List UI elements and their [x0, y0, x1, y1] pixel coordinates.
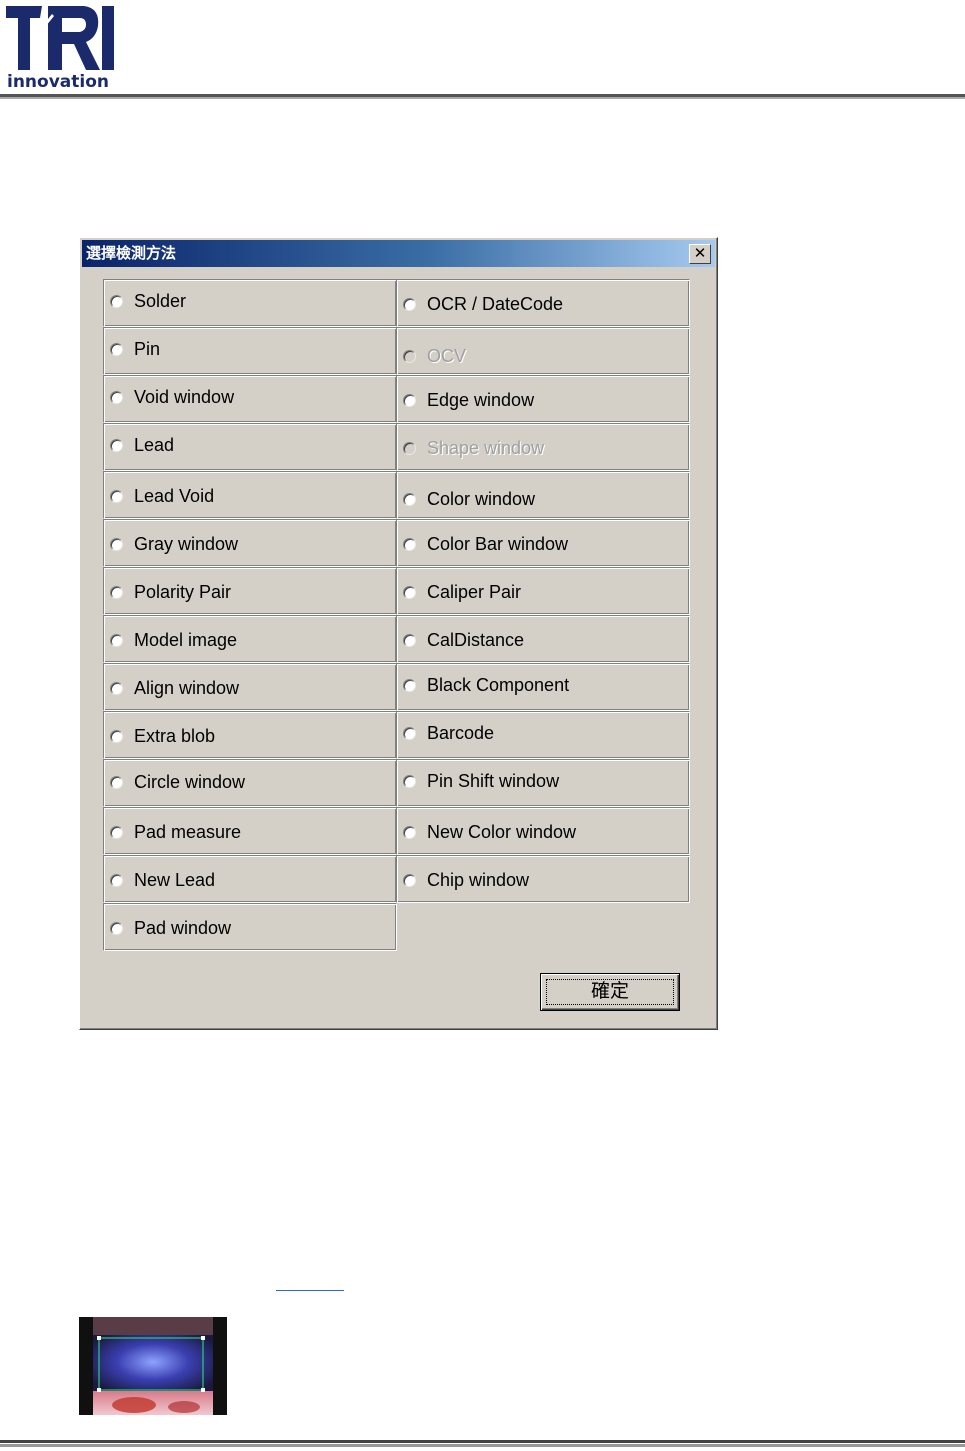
option-label: Black Component	[427, 675, 570, 695]
option-label: Color Bar window	[427, 534, 569, 554]
option-label: Void window	[134, 387, 235, 407]
option-caliper-pair[interactable]: Caliper Pair	[396, 567, 690, 615]
tri-logo-mark	[6, 6, 114, 70]
option-edge-window[interactable]: Edge window	[396, 375, 690, 423]
ok-button-label: 確定	[590, 980, 629, 1002]
option-label: Extra blob	[134, 726, 216, 746]
radio-button-icon[interactable]	[403, 679, 416, 692]
option-pad-window[interactable]: Pad window	[103, 903, 397, 951]
option-color-window[interactable]: Color window	[396, 471, 690, 519]
radio-button-icon[interactable]	[110, 682, 123, 695]
option-label: OCR / DateCode	[427, 294, 564, 314]
option-lead[interactable]: Lead	[103, 423, 397, 471]
option-label: Pin	[134, 339, 161, 359]
radio-button-icon[interactable]	[403, 874, 416, 887]
option-black-component[interactable]: Black Component	[396, 663, 690, 711]
hyperlink-underline[interactable]	[276, 1290, 344, 1291]
radio-button-icon[interactable]	[110, 538, 123, 551]
option-label: Circle window	[134, 772, 246, 792]
option-label: Align window	[134, 678, 240, 698]
option-label: Barcode	[427, 723, 495, 743]
radio-button-icon[interactable]	[110, 391, 123, 404]
thumbnail-image	[79, 1317, 227, 1415]
radio-button-icon	[403, 442, 416, 455]
radio-button-icon[interactable]	[110, 439, 123, 452]
radio-button-icon[interactable]	[403, 634, 416, 647]
radio-button-icon[interactable]	[403, 493, 416, 506]
radio-button-icon[interactable]	[403, 727, 416, 740]
option-label: Shape window	[427, 438, 545, 458]
radio-button-icon[interactable]	[110, 922, 123, 935]
ok-button[interactable]: 確定	[540, 973, 680, 1011]
option-new-lead[interactable]: New Lead	[103, 855, 397, 903]
close-button[interactable]: ✕	[689, 244, 711, 264]
radio-button-icon[interactable]	[110, 343, 123, 356]
radio-button-icon[interactable]	[110, 730, 123, 743]
option-label: Solder	[134, 291, 187, 311]
select-inspection-method-dialog: 選擇檢測方法 ✕ Solder Pin Void window Lead Lead Vo…	[79, 237, 718, 1030]
radio-button-icon[interactable]	[403, 826, 416, 839]
option-label: Polarity Pair	[134, 582, 232, 602]
option-chip-window[interactable]: Chip window	[396, 855, 690, 903]
dialog-title: 選擇檢測方法	[86, 244, 177, 262]
dialog-titlebar[interactable]: 選擇檢測方法 ✕	[82, 240, 715, 267]
option-extra-blob[interactable]: Extra blob	[103, 711, 397, 759]
option-label: New Lead	[134, 870, 216, 890]
radio-button-icon[interactable]	[110, 586, 123, 599]
option-model-image[interactable]: Model image	[103, 615, 397, 663]
radio-button-icon[interactable]	[110, 826, 123, 839]
option-label: New Color window	[427, 822, 577, 842]
option-void-window[interactable]: Void window	[103, 375, 397, 423]
option-label: Color window	[427, 489, 536, 509]
tri-logo: innovation	[4, 4, 116, 92]
option-label: Gray window	[134, 534, 239, 554]
option-ocr-datecode[interactable]: OCR / DateCode	[396, 279, 690, 327]
option-label: Lead Void	[134, 486, 215, 506]
option-label: Caliper Pair	[427, 582, 522, 602]
radio-button-icon[interactable]	[110, 295, 123, 308]
radio-button-icon[interactable]	[110, 490, 123, 503]
option-solder[interactable]: Solder	[103, 279, 397, 327]
option-label: Pad measure	[134, 822, 242, 842]
radio-button-icon[interactable]	[110, 776, 123, 789]
logo-wordmark: innovation	[7, 72, 109, 92]
inspection-window-thumbnail	[79, 1317, 227, 1415]
option-new-color-window[interactable]: New Color window	[396, 807, 690, 855]
radio-button-icon[interactable]	[403, 538, 416, 551]
option-polarity-pair[interactable]: Polarity Pair	[103, 567, 397, 615]
option-circle-window[interactable]: Circle window	[103, 759, 397, 807]
option-label: Chip window	[427, 870, 530, 890]
option-label: CalDistance	[427, 630, 525, 650]
header-rule-shadow	[0, 97, 965, 99]
option-label: Pad window	[134, 918, 232, 938]
option-label: OCV	[427, 346, 467, 366]
option-caldistance[interactable]: CalDistance	[396, 615, 690, 663]
option-label: Edge window	[427, 390, 535, 410]
radio-button-icon[interactable]	[110, 874, 123, 887]
option-pin-shift-window[interactable]: Pin Shift window	[396, 759, 690, 807]
radio-button-icon[interactable]	[403, 775, 416, 788]
radio-button-icon[interactable]	[110, 634, 123, 647]
option-lead-void[interactable]: Lead Void	[103, 471, 397, 519]
option-align-window[interactable]: Align window	[103, 663, 397, 711]
option-color-bar-window[interactable]: Color Bar window	[396, 519, 690, 567]
option-barcode[interactable]: Barcode	[396, 711, 690, 759]
close-icon: ✕	[693, 244, 707, 262]
option-ocv: OCV	[396, 327, 690, 375]
radio-button-icon[interactable]	[403, 586, 416, 599]
radio-button-icon	[403, 350, 416, 363]
option-label: Pin Shift window	[427, 771, 560, 791]
option-label: Lead	[134, 435, 175, 455]
option-pad-measure[interactable]: Pad measure	[103, 807, 397, 855]
radio-button-icon[interactable]	[403, 394, 416, 407]
option-pin[interactable]: Pin	[103, 327, 397, 375]
option-shape-window: Shape window	[396, 423, 690, 471]
option-gray-window[interactable]: Gray window	[103, 519, 397, 567]
footer-rule	[0, 1440, 965, 1443]
footer-rule-shadow	[0, 1444, 965, 1447]
option-label: Model image	[134, 630, 238, 650]
radio-button-icon[interactable]	[403, 298, 416, 311]
